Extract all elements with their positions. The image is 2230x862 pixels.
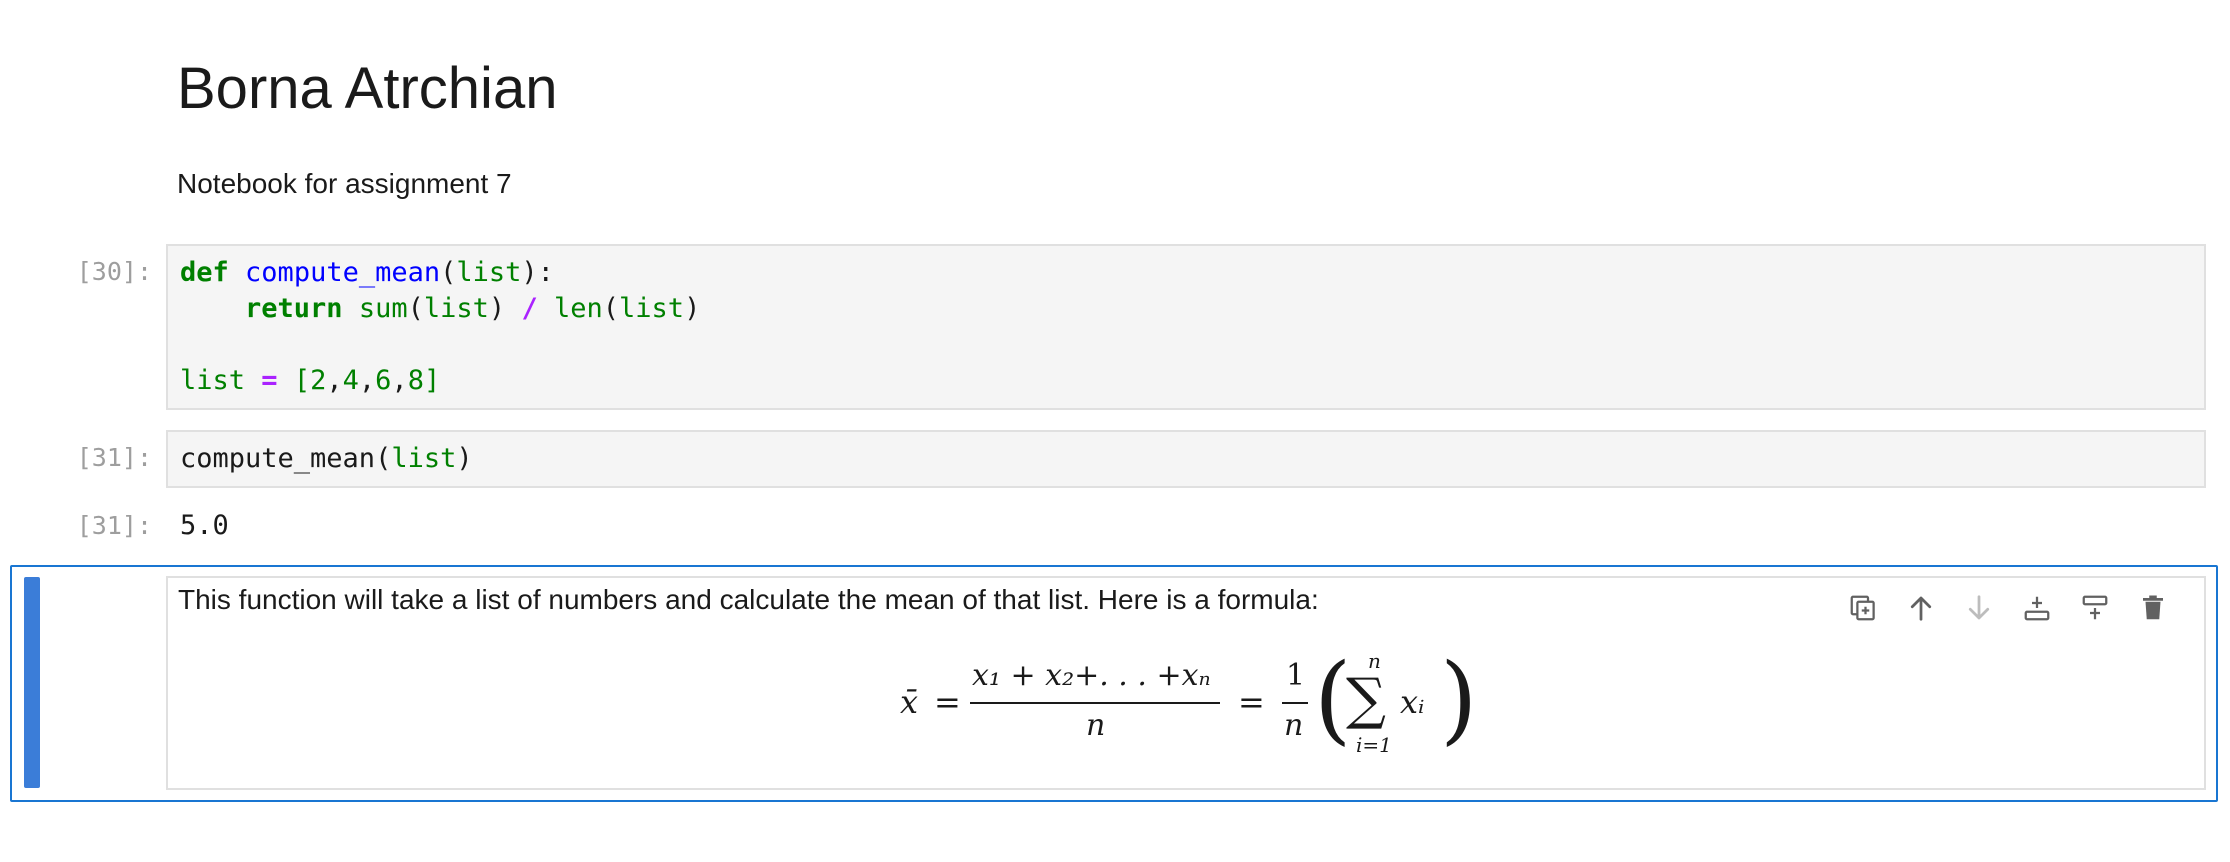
mean-formula: x̄ = x₁ + x₂+. . . +xₙ n = 1 n ( n ∑ i=1… bbox=[900, 643, 1600, 768]
formula-xbar: x̄ bbox=[900, 683, 919, 721]
notebook-subtitle: Notebook for assignment 7 bbox=[177, 168, 512, 199]
markdown-text: This function will take a list of number… bbox=[178, 584, 1319, 615]
move-down-icon bbox=[1968, 595, 1990, 620]
code-line-2: return sum(list) / len(list) bbox=[245, 293, 701, 324]
output-value: 5.0 bbox=[180, 510, 229, 541]
move-cell-up-button[interactable] bbox=[1892, 588, 1950, 628]
insert-below-icon bbox=[2082, 595, 2108, 620]
output-prompt-31: [31]: bbox=[76, 511, 152, 540]
formula-equals-1: = bbox=[934, 683, 961, 721]
code-line-4: list = [2,4,6,8] bbox=[180, 365, 441, 396]
markdown-cell-body[interactable]: This function will take a list of number… bbox=[166, 576, 2206, 790]
delete-icon bbox=[2143, 595, 2163, 620]
cell-toolbar bbox=[1834, 588, 2182, 628]
formula-one: 1 bbox=[1286, 658, 1306, 693]
insert-above-icon bbox=[2024, 596, 2050, 621]
formula-numerator: x₁ + x₂+. . . +xₙ bbox=[972, 658, 1211, 693]
duplicate-cell-button[interactable] bbox=[1834, 588, 1892, 628]
active-markdown-cell[interactable]: This function will take a list of number… bbox=[10, 565, 2218, 802]
formula-sum-lower: i=1 bbox=[1356, 733, 1392, 757]
move-cell-down-button[interactable] bbox=[1950, 588, 2008, 628]
move-up-icon bbox=[1910, 596, 1932, 621]
duplicate-icon bbox=[1850, 595, 1875, 621]
insert-cell-above-button[interactable] bbox=[2008, 588, 2066, 628]
input-prompt-30: [30]: bbox=[76, 257, 152, 286]
cell-collapser[interactable] bbox=[24, 577, 40, 788]
formula-n: n bbox=[1284, 708, 1304, 743]
formula-fraction-bar-2 bbox=[1282, 702, 1308, 704]
code-cell-compute-mean-def[interactable]: def compute_mean(list): return sum(list)… bbox=[166, 244, 2206, 410]
formula-xi: xᵢ bbox=[1400, 683, 1425, 721]
formula-sigma: ∑ bbox=[1346, 667, 1386, 732]
delete-cell-button[interactable] bbox=[2124, 588, 2182, 628]
formula-right-paren: ) bbox=[1440, 643, 1478, 755]
insert-cell-below-button[interactable] bbox=[2066, 588, 2124, 628]
notebook-title: Borna Atrchian bbox=[177, 56, 558, 121]
formula-denominator: n bbox=[1086, 708, 1106, 743]
formula-fraction-bar bbox=[970, 702, 1220, 704]
input-prompt-31: [31]: bbox=[76, 443, 152, 472]
code-cell-compute-mean-call[interactable]: compute_mean(list) bbox=[166, 430, 2206, 488]
code-line-call: compute_mean(list) bbox=[180, 443, 473, 474]
code-line-1: def compute_mean(list): bbox=[180, 257, 554, 288]
formula-equals-2: = bbox=[1238, 683, 1265, 721]
